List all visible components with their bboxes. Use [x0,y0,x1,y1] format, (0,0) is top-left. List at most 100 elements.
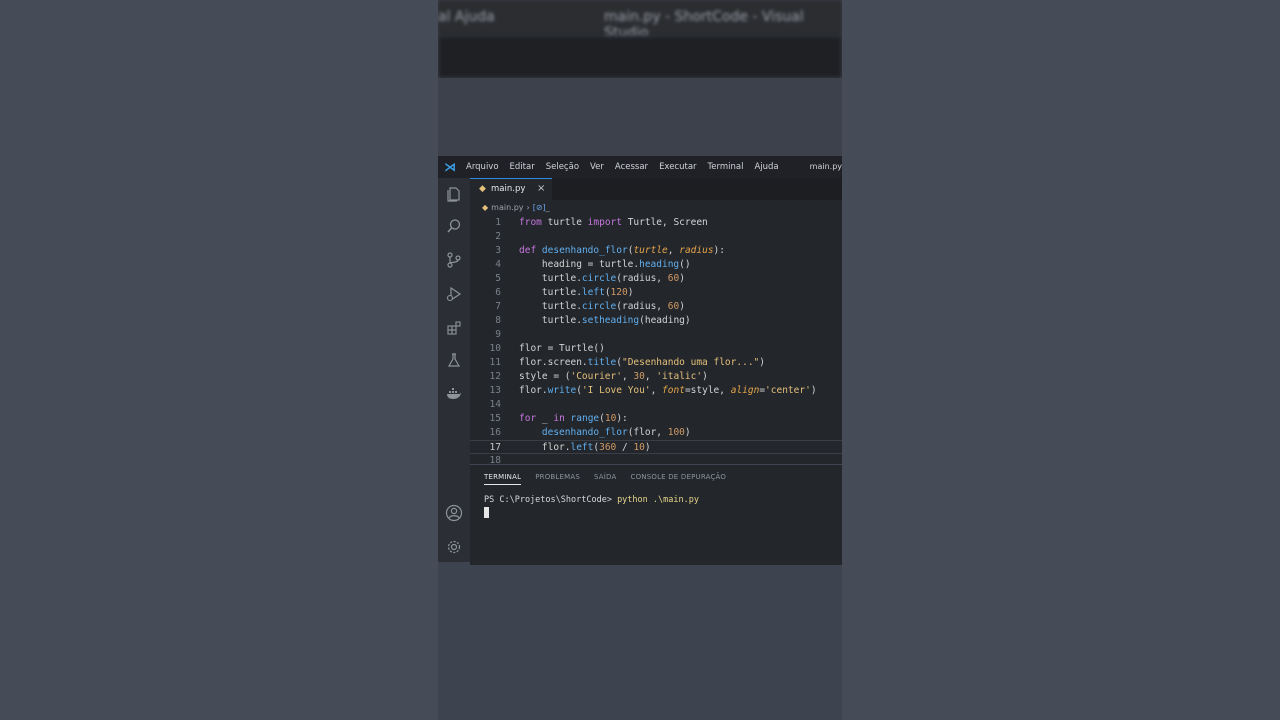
blurred-window-title: al Ajuda main.py - ShortCode - Visual St… [438,0,842,41]
code-line[interactable]: 3 def desenhando_flor(turtle, radius): [470,244,842,258]
line-number: 4 [495,259,501,270]
code-line[interactable]: 4 heading = turtle.heading() [470,258,842,272]
variable-symbol-icon: [⊘] [532,203,546,212]
editor-tabs: ◆ main.py × [470,178,842,200]
line-number: 6 [495,287,501,298]
code-line[interactable]: 12 style = ('Courier', 30, 'italic') [470,370,842,384]
code-line[interactable]: 15 for _ in range(10): [470,412,842,426]
panel-tabs: TERMINAL PROBLEMAS SAÍDA CONSOLE DE DEPU… [484,473,740,485]
code-line[interactable]: 2 [470,230,842,244]
tab-saida[interactable]: SAÍDA [594,473,616,485]
editor-area: ◆ main.py × ◆ main.py › [⊘]_ 1 from turtle i… [470,178,842,464]
line-number: 18 [489,455,501,464]
line-number: 1 [495,217,501,228]
line-number: 17 [489,442,501,453]
code-text: turtle.left(120) [519,287,634,298]
extensions-icon[interactable] [445,320,463,338]
left-background [0,0,438,720]
breadcrumb-file[interactable]: main.py [491,203,523,212]
menu-item-editar[interactable]: Editar [510,162,535,172]
line-number: 8 [495,315,501,326]
terminal-line[interactable]: PS C:\Projetos\ShortCode> python .\main.… [484,495,699,505]
menu-item-executar[interactable]: Executar [659,162,696,172]
breadcrumb-separator: › [526,203,530,212]
code-line[interactable]: 13 flor.write('I Love You', font=style, a… [470,384,842,398]
code-text: from turtle import Turtle, Screen [519,217,708,228]
code-line[interactable]: 5 turtle.circle(radius, 60) [470,272,842,286]
code-editor[interactable]: 1 from turtle import Turtle, Screen 2 3 def … [470,216,842,464]
code-text: flor.left(360 / 10) [519,442,651,453]
window-title: main.py [809,162,842,171]
line-number: 14 [489,399,501,410]
line-number: 16 [489,427,501,438]
code-line[interactable]: 10 flor = Turtle() [470,342,842,356]
line-number: 7 [495,301,501,312]
breadcrumb: ◆ main.py › [⊘]_ [482,203,550,212]
line-number: 2 [495,231,501,242]
code-line[interactable]: 11 flor.screen.title("Desenhando uma flor… [470,356,842,370]
blurred-menu-text: al Ajuda [438,9,495,25]
terminal-command: python .\main.py [617,495,699,505]
search-icon[interactable] [445,218,463,236]
menu-item-selecao[interactable]: Seleção [546,162,579,172]
menu-item-ajuda[interactable]: Ajuda [754,162,778,172]
menu-bar: ⋊ Arquivo Editar Seleção Ver Acessar Exe… [438,156,842,178]
tab-label: main.py [491,184,526,194]
line-number: 12 [489,371,501,382]
line-number: 3 [495,245,501,256]
vscode-window: ⋊ Arquivo Editar Seleção Ver Acessar Exe… [438,156,842,565]
code-line[interactable]: 7 turtle.circle(radius, 60) [470,300,842,314]
tab-console-depuracao[interactable]: CONSOLE DE DEPURAÇÃO [630,473,726,485]
python-file-icon: ◆ [482,203,489,212]
code-text: flor.screen.title("Desenhando uma flor..… [519,357,765,368]
code-line[interactable]: 16 desenhando_flor(flor, 100) [470,426,842,440]
menu-item-arquivo[interactable]: Arquivo [466,162,499,172]
explorer-icon[interactable] [445,186,463,204]
tab-main-py[interactable]: ◆ main.py × [470,178,552,200]
code-text: turtle.setheading(heading) [519,315,691,326]
code-line[interactable]: 14 [470,398,842,412]
line-number: 5 [495,273,501,284]
code-text: def desenhando_flor(turtle, radius): [519,245,725,256]
run-debug-icon[interactable] [445,286,463,304]
blurred-toolbar [438,36,842,78]
tab-problemas[interactable]: PROBLEMAS [535,473,580,485]
account-icon[interactable] [445,504,463,522]
terminal-cursor [484,507,489,518]
code-text: heading = turtle.heading() [519,259,691,270]
terminal-prompt: PS C:\Projetos\ShortCode> [484,495,618,505]
code-text: style = ('Courier', 30, 'italic') [519,371,708,382]
python-file-icon: ◆ [479,184,486,194]
line-number: 13 [489,385,501,396]
source-control-icon[interactable] [445,252,463,270]
code-line[interactable]: 1 from turtle import Turtle, Screen [470,216,842,230]
breadcrumb-symbol[interactable]: _ [546,203,550,212]
line-number: 9 [495,329,501,340]
line-number: 10 [489,343,501,354]
code-text: turtle.circle(radius, 60) [519,273,685,284]
bottom-panel: TERMINAL PROBLEMAS SAÍDA CONSOLE DE DEPU… [470,464,842,565]
testing-icon[interactable] [445,352,463,370]
close-tab-icon[interactable]: × [537,183,545,194]
code-line[interactable]: 18 [470,454,842,464]
line-number: 11 [489,357,501,368]
menu-item-ver[interactable]: Ver [590,162,604,172]
code-line[interactable]: 17 flor.left(360 / 10) [470,440,842,454]
code-text: turtle.circle(radius, 60) [519,301,685,312]
docker-icon[interactable] [445,386,463,404]
right-background [842,0,1280,720]
tab-terminal[interactable]: TERMINAL [484,473,522,485]
code-line[interactable]: 9 [470,328,842,342]
code-text: for _ in range(10): [519,413,628,424]
code-line[interactable]: 8 turtle.setheading(heading) [470,314,842,328]
activity-bar [438,178,470,562]
code-line[interactable]: 6 turtle.left(120) [470,286,842,300]
menu-item-acessar[interactable]: Acessar [615,162,648,172]
line-number: 15 [489,413,501,424]
vscode-logo-icon: ⋊ [444,160,456,174]
settings-gear-icon[interactable] [445,538,463,556]
code-text: flor.write('I Love You', font=style, ali… [519,385,817,396]
code-text: flor = Turtle() [519,343,605,354]
menu-item-terminal[interactable]: Terminal [708,162,744,172]
blurred-background [438,78,842,158]
